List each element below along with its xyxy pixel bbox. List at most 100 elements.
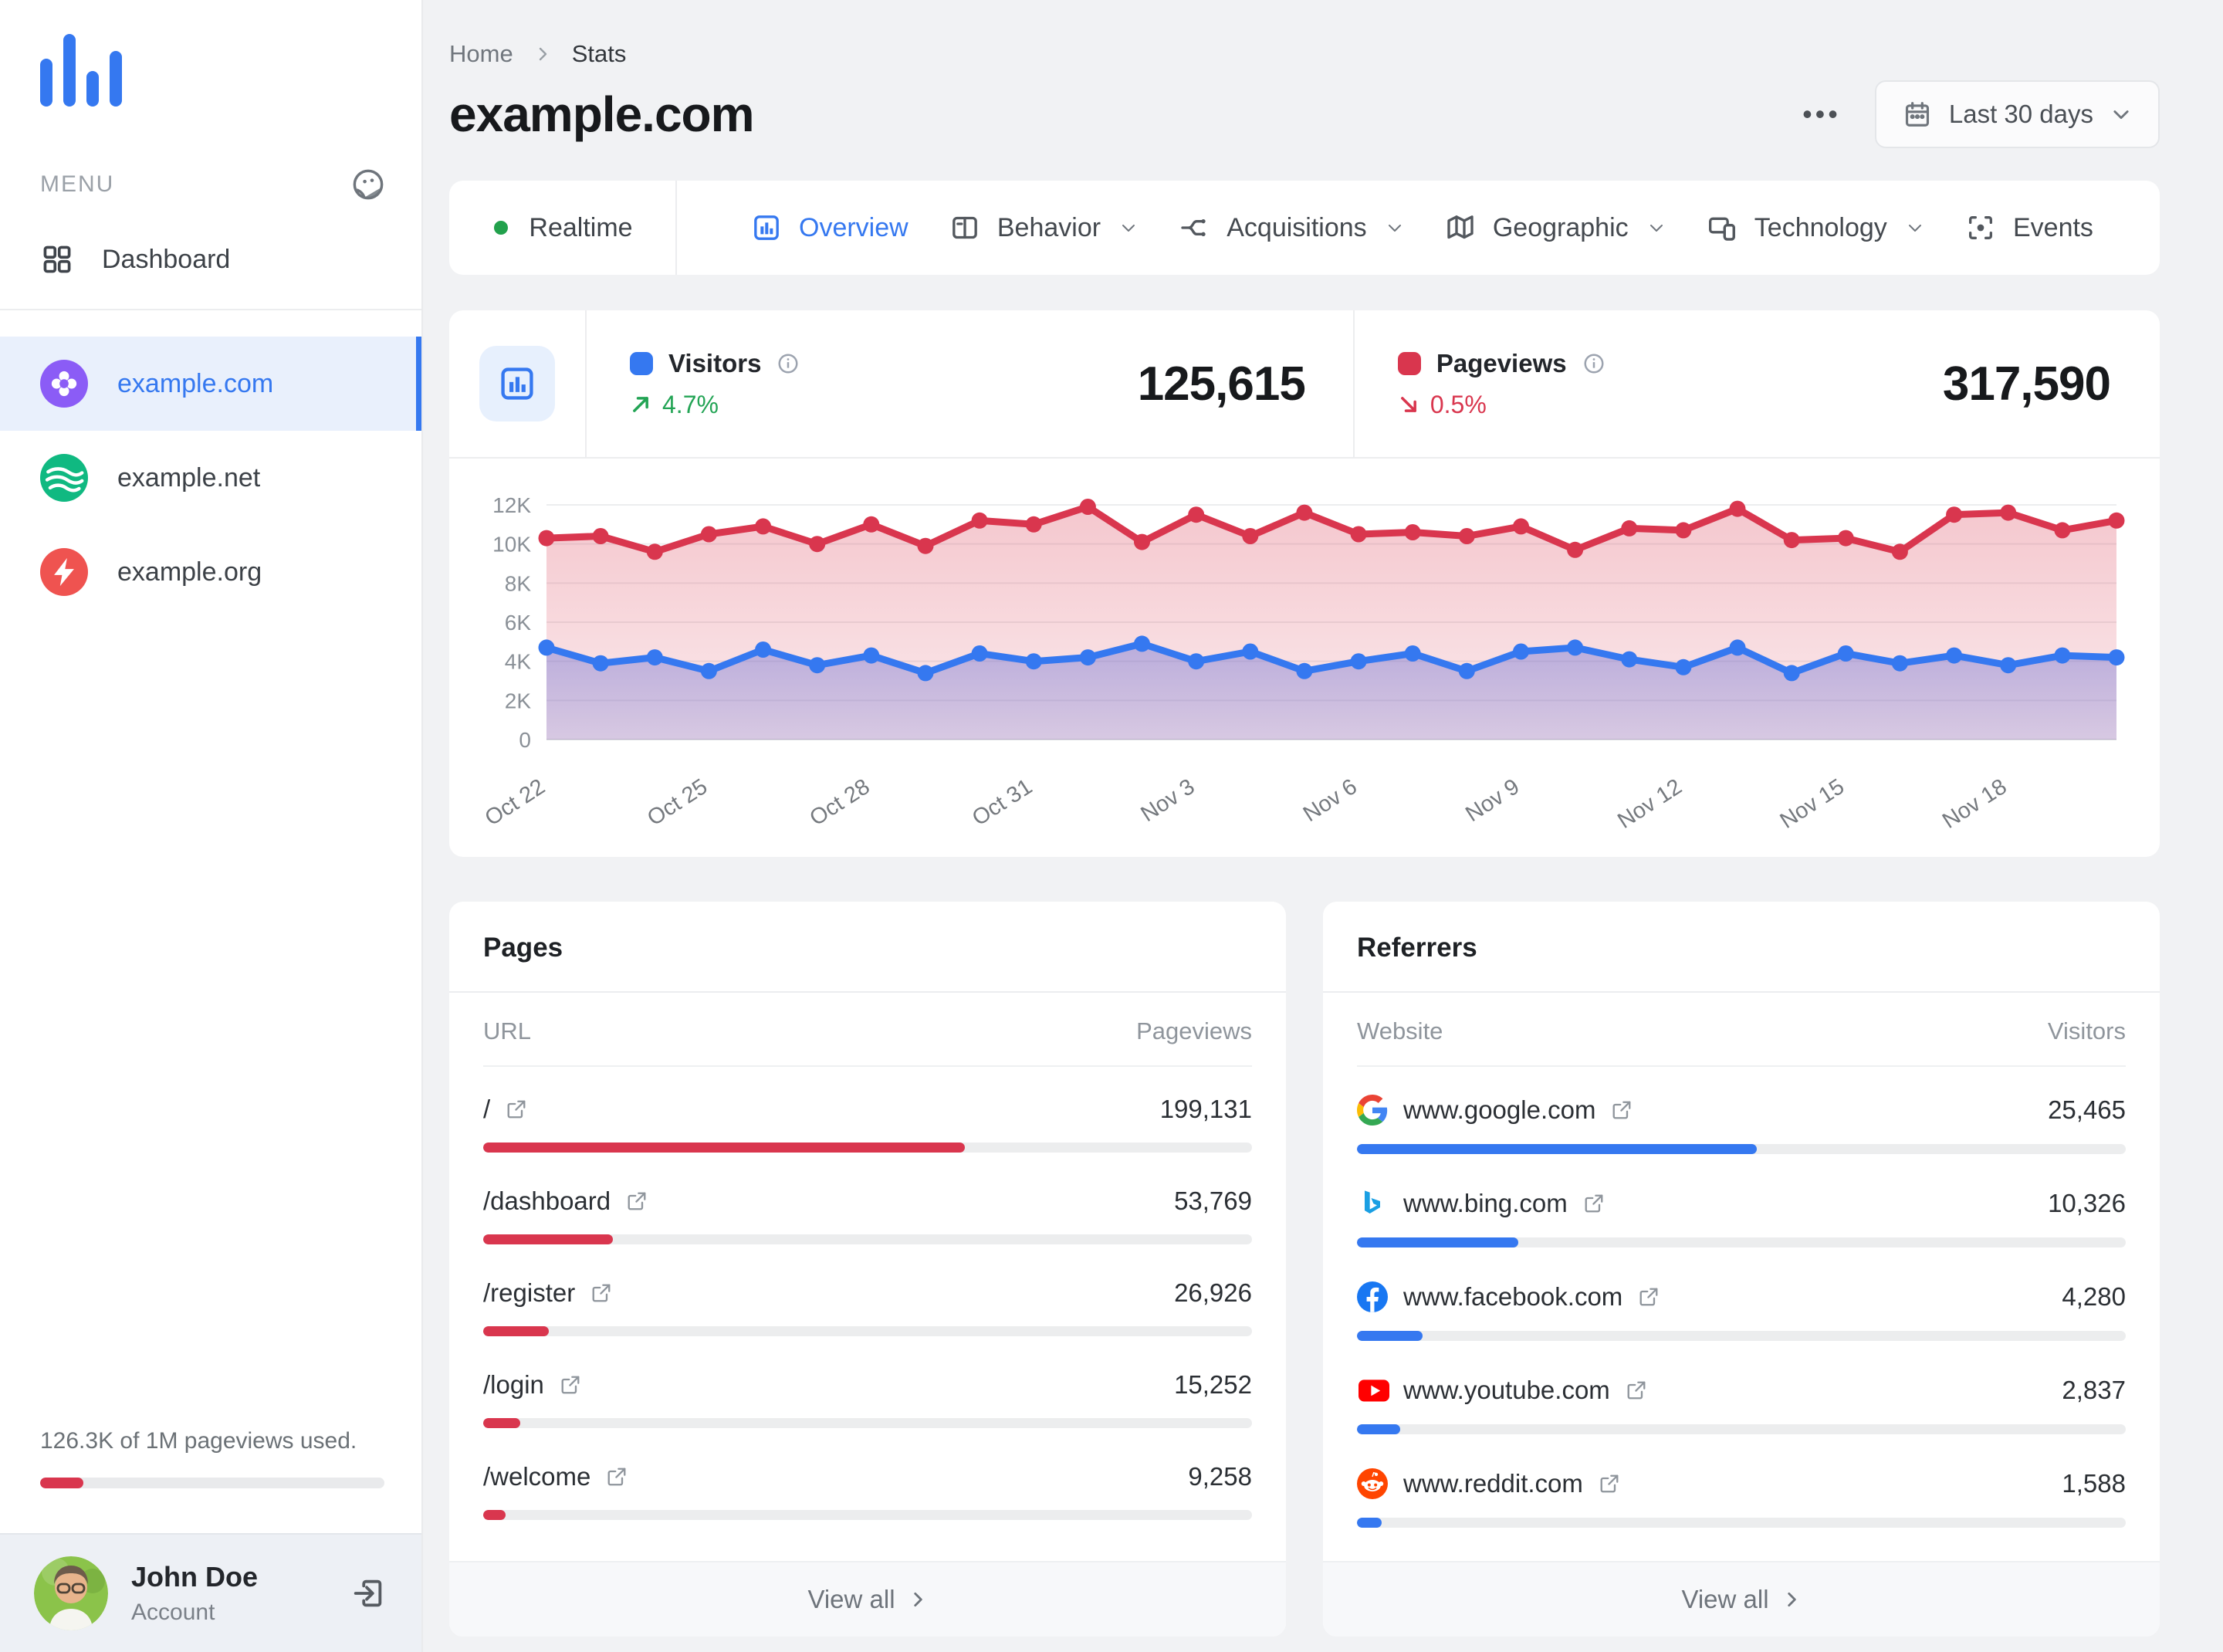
page-row: / 199,131	[483, 1071, 1252, 1163]
tab-realtime[interactable]: Realtime	[449, 181, 677, 275]
stats-summary-row: Visitors 4.7% 125,615 Pageviews 0.5% 317…	[449, 310, 2160, 459]
chevron-down-icon	[1647, 218, 1666, 237]
page-row: /register 26,926	[483, 1255, 1252, 1347]
trend-down-icon	[1398, 394, 1419, 415]
row-progressbar	[1357, 1424, 2126, 1434]
theme-face-icon[interactable]	[350, 167, 386, 202]
tab-label: Geographic	[1492, 212, 1629, 242]
google-favicon	[1357, 1095, 1388, 1126]
visitors-change: 4.7%	[630, 391, 800, 419]
row-value: 26,926	[1174, 1278, 1252, 1307]
usage-text: 126.3K of 1M pageviews used.	[40, 1428, 357, 1454]
pageviews-change: 0.5%	[1398, 391, 1606, 419]
row-value: 10,326	[2048, 1189, 2126, 1217]
facebook-favicon	[1357, 1281, 1388, 1312]
external-link-icon[interactable]	[1611, 1099, 1633, 1121]
svg-text:12K: 12K	[492, 493, 531, 517]
referrer-row: www.facebook.com 4,280	[1357, 1258, 2126, 1352]
visitors-value: 125,615	[1137, 357, 1306, 411]
tabs-group: Overview Behavior Acquisitions Geographi…	[677, 181, 2160, 275]
row-progressbar	[1357, 1237, 2126, 1247]
visitors-legend-swatch	[630, 351, 653, 375]
external-link-icon[interactable]	[1626, 1379, 1647, 1401]
events-icon	[1965, 212, 1996, 243]
svg-text:Oct 28: Oct 28	[806, 774, 875, 831]
sidebar-item-example.org[interactable]: example.org	[0, 525, 421, 619]
row-value: 15,252	[1174, 1370, 1252, 1399]
tab-events[interactable]: Events	[1965, 212, 2093, 243]
tab-behavior[interactable]: Behavior	[949, 212, 1138, 243]
tab-overview[interactable]: Overview	[751, 212, 908, 243]
pages-view-all-button[interactable]: View all	[449, 1561, 1286, 1637]
technology-icon	[1707, 212, 1737, 243]
svg-text:Oct 22: Oct 22	[481, 774, 550, 831]
chevron-right-icon	[533, 45, 552, 63]
referrer-row: www.google.com 25,465	[1357, 1071, 2126, 1165]
external-link-icon[interactable]	[1638, 1286, 1660, 1308]
svg-text:10K: 10K	[492, 533, 531, 557]
row-value: 2,837	[2062, 1376, 2126, 1404]
external-link-icon[interactable]	[1599, 1473, 1620, 1495]
svg-text:6K: 6K	[505, 611, 532, 635]
reddit-favicon	[1357, 1468, 1388, 1499]
svg-text:Oct 31: Oct 31	[968, 774, 1037, 831]
tab-label: Overview	[799, 212, 908, 242]
breadcrumb-home-link[interactable]: Home	[449, 40, 513, 68]
row-label: www.reddit.com	[1403, 1469, 1583, 1498]
usage-progress-fill	[40, 1478, 84, 1488]
external-link-icon[interactable]	[606, 1466, 628, 1488]
date-range-button[interactable]: Last 30 days	[1874, 80, 2160, 148]
external-link-icon[interactable]	[590, 1282, 612, 1304]
chevron-down-icon	[1906, 218, 1924, 237]
row-label: /login	[483, 1370, 544, 1399]
tab-geographic[interactable]: Geographic	[1445, 212, 1666, 243]
chevron-down-icon	[1119, 218, 1138, 237]
page-title: example.com	[449, 86, 755, 142]
svg-text:Nov 6: Nov 6	[1299, 774, 1362, 827]
svg-text:0: 0	[519, 728, 531, 752]
logout-icon[interactable]	[350, 1576, 386, 1611]
external-link-icon[interactable]	[506, 1099, 527, 1120]
row-progressbar	[1357, 1331, 2126, 1341]
svg-text:Oct 25: Oct 25	[643, 774, 712, 831]
sidebar-item-label: Dashboard	[102, 244, 231, 274]
visitors-stat: Visitors 4.7%	[587, 349, 800, 419]
bar-chart-icon	[479, 346, 555, 421]
svg-text:Nov 3: Nov 3	[1136, 774, 1199, 827]
sidebar-item-example.net[interactable]: example.net	[0, 431, 421, 525]
sidebar-item-dashboard[interactable]: Dashboard	[40, 242, 386, 276]
info-icon[interactable]	[777, 352, 800, 375]
user-name: John Doe	[131, 1561, 259, 1593]
account-button[interactable]: John Doe Account	[0, 1533, 421, 1652]
main-content: Home Stats example.com ••• Last 30 days	[423, 0, 2223, 1652]
row-label: www.facebook.com	[1403, 1282, 1623, 1311]
referrers-col-website: Website	[1357, 1017, 1443, 1044]
traffic-chart: 0 2K 4K 6K 8K 10K 12K Oct 22 Oct 25 Oct 28 Oct 31 N…	[449, 459, 2160, 857]
site-label: example.org	[117, 557, 262, 587]
external-link-icon[interactable]	[626, 1190, 648, 1212]
sidebar-item-example.com[interactable]: example.com	[0, 337, 421, 431]
pageviews-label: Pageviews	[1436, 348, 1567, 377]
referrers-card-title: Referrers	[1323, 902, 2160, 993]
tab-label: Events	[2012, 212, 2093, 242]
referrers-view-all-button[interactable]: View all	[1323, 1561, 2160, 1637]
referrer-row: www.youtube.com 2,837	[1357, 1352, 2126, 1445]
tab-acquisitions[interactable]: Acquisitions	[1179, 212, 1403, 243]
more-button ellipsis-icon[interactable]: •••	[1802, 98, 1841, 130]
realtime-dot-icon	[492, 218, 510, 237]
bing-favicon	[1357, 1188, 1388, 1219]
row-value: 9,258	[1188, 1462, 1252, 1491]
external-link-icon[interactable]	[560, 1374, 581, 1396]
chevron-right-icon	[908, 1589, 928, 1610]
external-link-icon[interactable]	[1583, 1193, 1605, 1214]
row-progressbar	[1357, 1144, 2126, 1154]
row-value: 4,280	[2062, 1282, 2126, 1311]
chevron-down-icon	[1386, 218, 1404, 237]
row-value: 25,465	[2048, 1095, 2126, 1124]
geographic-icon	[1445, 212, 1476, 243]
calendar-icon	[1903, 100, 1932, 129]
tab-technology[interactable]: Technology	[1707, 212, 1924, 243]
svg-text:Nov 15: Nov 15	[1776, 774, 1849, 834]
info-icon[interactable]	[1582, 352, 1606, 375]
bolt-site-icon	[40, 548, 88, 596]
